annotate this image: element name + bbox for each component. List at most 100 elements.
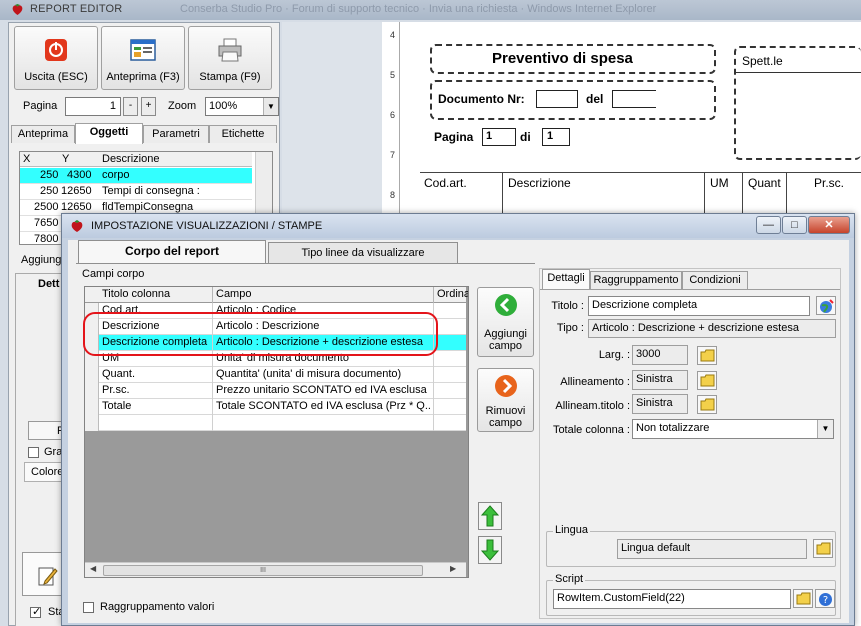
report-title-box[interactable]: Preventivo di spesa — [430, 44, 716, 74]
cell-separator — [212, 351, 213, 367]
move-down-button[interactable] — [478, 536, 502, 564]
cell-x: 7800 — [34, 233, 59, 245]
row-indicator — [85, 383, 99, 399]
larg-value: 3000 — [632, 345, 688, 365]
close-button[interactable]: ✕ — [808, 216, 850, 234]
documento-label: Documento Nr: — [438, 92, 525, 106]
table-row-empty[interactable] — [85, 415, 466, 431]
fields-grid-hscrollbar[interactable]: ◀ III ▶ — [85, 562, 466, 577]
column-divider — [502, 173, 503, 213]
tab-divider — [76, 263, 535, 264]
script-folder-button[interactable] — [793, 589, 813, 608]
tipo-value: Articolo : Descrizione + descrizione est… — [588, 319, 836, 338]
chevron-down-icon: ▼ — [263, 98, 278, 115]
preview-window-icon — [130, 39, 156, 61]
print-button-label: Stampa (F9) — [199, 71, 261, 83]
script-group-label: Script — [553, 573, 586, 585]
table-row[interactable]: UM Unita' di misura documento — [85, 351, 466, 367]
fields-grid: Titolo colonna Campo Ordina Cod.art. Arti… — [84, 286, 469, 578]
col-prsc: Pr.sc. — [814, 176, 845, 190]
folder-icon — [796, 592, 811, 605]
pagina-value: 1 — [486, 130, 493, 142]
pagina-label: Pagina — [434, 130, 474, 144]
script-input[interactable]: RowItem.CustomField(22) — [553, 589, 791, 609]
table-row[interactable]: Descrizione Articolo : Descrizione — [85, 319, 466, 335]
bold-checkbox[interactable] — [28, 447, 39, 458]
report-title: Preventivo di spesa — [492, 50, 633, 67]
cell-campo: Totale SCONTATO ed IVA esclusa (Prz * Q.… — [216, 400, 432, 412]
row-indicator — [85, 367, 99, 383]
tab-anteprima[interactable]: Anteprima — [11, 125, 75, 143]
add-field-label-line2: campo — [488, 340, 523, 352]
dialog-titlebar[interactable]: IMPOSTAZIONE VISUALIZZAZIONI / STAMPE — … — [62, 214, 854, 238]
table-row[interactable]: 250 12650 Tempi di consegna : — [20, 184, 252, 200]
remove-field-button[interactable]: Rimuovi campo — [477, 368, 534, 432]
table-row[interactable]: Pr.sc. Prezzo unitario SCONTATO ed IVA es… — [85, 383, 466, 399]
tab-corpo-del-report[interactable]: Corpo del report — [78, 240, 266, 264]
cell-y: 4300 — [67, 169, 92, 181]
sta-checkbox[interactable]: ✓ — [30, 606, 41, 618]
page-input[interactable]: 1 — [65, 97, 121, 116]
totale-colonna-select[interactable]: Non totalizzare ▼ — [632, 419, 834, 439]
allineamento-value: Sinistra — [632, 370, 688, 390]
ruler-mark: 6 — [390, 110, 396, 120]
lingua-folder-button[interactable] — [813, 539, 833, 558]
tab-etichette[interactable]: Etichette — [209, 125, 277, 143]
page-decrement-button[interactable]: - — [123, 97, 138, 116]
print-button[interactable]: Stampa (F9) — [188, 26, 272, 90]
cell-campo: Quantita' (unita' di misura documento) — [216, 368, 402, 380]
lingua-group: Lingua Lingua default — [546, 524, 836, 567]
allineamento-folder-button[interactable] — [697, 371, 717, 390]
campi-corpo-label: Campi corpo — [82, 268, 145, 280]
documento-field — [536, 90, 578, 108]
exit-button[interactable]: Uscita (ESC) — [14, 26, 98, 90]
orange-arrow-right-icon — [494, 375, 517, 397]
translate-button[interactable] — [816, 296, 836, 315]
chevron-left-icon[interactable]: ◀ — [90, 564, 96, 573]
table-row-selected[interactable]: Descrizione completa Articolo : Descrizio… — [85, 335, 466, 351]
help-icon: ? — [819, 593, 832, 606]
allineamento-label: Allineamento : — [560, 376, 630, 388]
maximize-button[interactable]: □ — [782, 216, 807, 234]
table-row[interactable]: Cod.art. Articolo : Codice — [85, 303, 466, 319]
page-increment-button[interactable]: + — [141, 97, 156, 116]
minimize-button[interactable]: — — [756, 216, 781, 234]
report-columns-header: Cod.art. Descrizione UM Quant Pr.sc. — [420, 172, 861, 213]
page-label: Pagina — [23, 100, 58, 112]
folder-icon — [700, 349, 715, 362]
cell-separator — [433, 383, 434, 399]
allineam-titolo-folder-button[interactable] — [697, 395, 717, 414]
group-values-checkbox[interactable] — [83, 602, 94, 613]
tab-oggetti[interactable]: Oggetti — [75, 123, 143, 144]
background-window-title: Conserba Studio Pro · Forum di supporto … — [180, 3, 657, 15]
tab-dettagli[interactable]: Dettagli — [542, 269, 590, 290]
tab-parametri[interactable]: Parametri — [143, 125, 209, 143]
table-row[interactable]: Quant. Quantita' (unita' di misura docume… — [85, 367, 466, 383]
zoom-value: 100% — [209, 100, 238, 112]
table-row[interactable]: 250 4300 corpo — [20, 168, 252, 184]
tab-tipo-linee[interactable]: Tipo linee da visualizzare — [268, 242, 458, 264]
preview-button[interactable]: Anteprima (F3) — [101, 26, 185, 90]
tab-condizioni[interactable]: Condizioni — [682, 271, 748, 289]
recipient-box[interactable]: Spett.le — [734, 46, 861, 160]
cell-separator — [433, 399, 434, 415]
row-indicator — [85, 335, 99, 351]
document-number-box[interactable]: Documento Nr: del — [430, 80, 716, 120]
titolo-input[interactable]: Descrizione completa — [588, 296, 810, 316]
chevron-right-icon[interactable]: ▶ — [450, 564, 456, 573]
page-zoom-row: Pagina 1 - + Zoom 100% ▼ — [13, 96, 279, 118]
editor-tabs: Anteprima Oggetti Parametri Etichette — [11, 123, 277, 144]
zoom-label: Zoom — [168, 100, 197, 112]
table-row[interactable]: Totale Totale SCONTATO ed IVA esclusa (Pr… — [85, 399, 466, 415]
larg-folder-button[interactable] — [697, 346, 717, 365]
add-field-button[interactable]: Aggiungi campo — [477, 287, 534, 357]
zoom-select[interactable]: 100% ▼ — [205, 97, 279, 116]
cell-titolo: UM — [102, 352, 120, 364]
scroll-thumb[interactable]: III — [103, 565, 423, 576]
dialog-title: IMPOSTAZIONE VISUALIZZAZIONI / STAMPE — [91, 220, 323, 232]
cell-separator — [212, 303, 213, 319]
move-up-button[interactable] — [478, 502, 502, 530]
tab-raggruppamento[interactable]: Raggruppamento — [590, 271, 682, 289]
header-separator — [212, 287, 213, 303]
script-help-button[interactable]: ? — [815, 589, 835, 608]
